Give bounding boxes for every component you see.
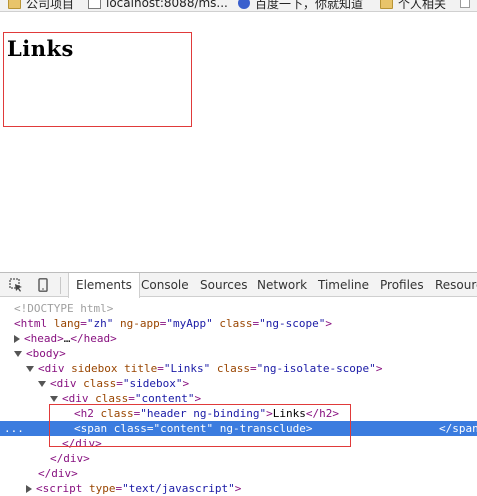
attr-value: "text/javascript" xyxy=(122,482,235,495)
page-icon xyxy=(88,0,101,9)
bookmark-label: 公司项目 xyxy=(26,0,75,11)
tab-timeline[interactable]: Timeline xyxy=(318,273,369,297)
tab-sources[interactable]: Sources xyxy=(200,273,247,297)
tag-close: </div> xyxy=(50,452,90,465)
attr-name: lang xyxy=(53,317,81,330)
inspect-element-icon[interactable] xyxy=(9,278,23,292)
attr-name: ng-app xyxy=(120,317,160,330)
device-mode-icon[interactable] xyxy=(36,278,50,292)
baidu-icon xyxy=(238,0,250,9)
annotation-box-page xyxy=(3,32,192,127)
dom-node-head[interactable]: <head>…</head> xyxy=(0,331,477,346)
bookmark-company-projects[interactable]: 公司项目 xyxy=(8,0,74,11)
doctype-text: <!DOCTYPE html> xyxy=(14,302,114,315)
tag-end: > xyxy=(234,482,242,495)
attr-value: "sidebox" xyxy=(122,377,183,390)
bookmark-baidu[interactable]: 百度一下，你就知道 xyxy=(238,0,363,11)
dom-node-div-sidebox[interactable]: <div class="sidebox"> xyxy=(0,376,477,391)
expand-triangle-icon[interactable] xyxy=(26,485,32,493)
collapse-triangle-icon[interactable] xyxy=(38,381,46,387)
other-bookmarks-icon[interactable] xyxy=(460,0,470,8)
dom-node-html[interactable]: <html lang="zh" ng-app="myApp" class="ng… xyxy=(0,316,477,331)
tab-resources[interactable]: Resources xyxy=(435,273,477,297)
attr-name: title xyxy=(124,362,158,375)
attr-name: type xyxy=(88,482,116,495)
attr-name: class xyxy=(219,317,253,330)
toolbar-separator xyxy=(60,277,61,294)
tag-name: <head> xyxy=(24,332,64,345)
attr-value: "ng-isolate-scope" xyxy=(256,362,376,375)
attr-value: "Links" xyxy=(163,362,211,375)
tab-network[interactable]: Network xyxy=(257,273,307,297)
devtools-toolbar: Elements Console Sources Network Timelin… xyxy=(0,272,477,298)
collapse-triangle-icon[interactable] xyxy=(50,396,58,402)
bookmark-localhost[interactable]: localhost:8088/ms... xyxy=(88,0,228,11)
dom-node-doctype[interactable]: <!DOCTYPE html> xyxy=(0,301,477,316)
dom-node-close-div[interactable]: </div> xyxy=(0,466,477,481)
tag-name: <body> xyxy=(26,347,66,360)
collapse-triangle-icon[interactable] xyxy=(14,351,22,357)
tag-name: <div xyxy=(38,362,65,375)
attr-name: sidebox xyxy=(71,362,118,375)
attr-value: "myApp" xyxy=(166,317,213,330)
tab-elements[interactable]: Elements xyxy=(68,273,140,298)
dom-tree: <!DOCTYPE html> <html lang="zh" ng-app="… xyxy=(0,298,477,496)
dom-node-close-div[interactable]: </div> xyxy=(0,451,477,466)
tag-end: > xyxy=(325,317,332,330)
attr-name: class xyxy=(216,362,250,375)
tag-end: > xyxy=(375,362,383,375)
tag-name: <div xyxy=(50,377,77,390)
tag-end: > xyxy=(182,377,190,390)
tag-close: </head> xyxy=(70,332,117,345)
dom-node-body[interactable]: <body> xyxy=(0,346,477,361)
attr-value: "zh" xyxy=(86,317,114,330)
tab-console[interactable]: Console xyxy=(141,273,189,297)
attr-name: class xyxy=(83,377,117,390)
tag-name: <html xyxy=(14,317,48,330)
expand-triangle-icon[interactable] xyxy=(14,335,20,343)
bookmark-label: localhost:8088/ms... xyxy=(106,0,228,10)
collapse-triangle-icon[interactable] xyxy=(26,366,34,372)
devtools-panel: Elements Console Sources Network Timelin… xyxy=(0,272,477,496)
bookmark-label: 个人相关 xyxy=(398,0,447,11)
bookmark-personal[interactable]: 个人相关 xyxy=(380,0,446,11)
tag-close: </div> xyxy=(38,467,78,480)
tag-close: </span> xyxy=(439,422,477,435)
tab-profiles[interactable]: Profiles xyxy=(380,273,424,297)
node-actions-ellipsis[interactable]: ... xyxy=(4,421,24,436)
bookmarks-bar: 公司项目 localhost:8088/ms... 百度一下，你就知道 个人相关 xyxy=(0,0,477,12)
dom-node-script[interactable]: <script type="text/javascript"> xyxy=(0,481,477,496)
dom-node-div-sidebox-directive[interactable]: <div sidebox title="Links" class="ng-iso… xyxy=(0,361,477,376)
tag-name: <script xyxy=(36,482,83,495)
folder-icon xyxy=(380,0,393,9)
attr-value: "ng-scope" xyxy=(259,317,326,330)
bookmark-label: 百度一下，你就知道 xyxy=(255,0,364,11)
folder-icon xyxy=(8,0,21,9)
annotation-box-dom xyxy=(49,404,351,447)
